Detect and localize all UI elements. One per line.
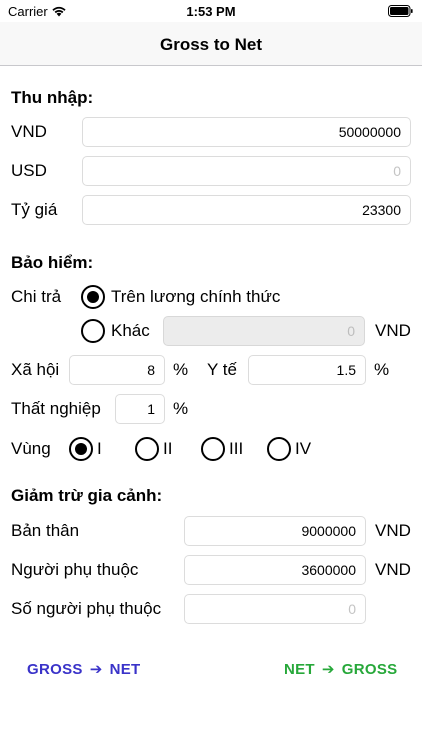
official-salary-label: Trên lương chính thức [111, 287, 281, 306]
clock: 1:53 PM [186, 4, 236, 19]
region-radio-2[interactable] [135, 437, 159, 461]
region-radio-1[interactable] [69, 437, 93, 461]
health-insurance-unit: % [374, 360, 390, 379]
other-salary-radio[interactable] [81, 319, 105, 343]
self-deduction-unit: VND [375, 521, 411, 540]
arrow-right-icon: ➔ [89, 661, 103, 678]
dependent-deduction-unit: VND [375, 560, 411, 579]
net-to-gross-button[interactable]: NET ➔ GROSS [284, 660, 397, 678]
gross-to-net-button[interactable]: GROSS ➔ NET [27, 660, 140, 678]
region-label-3: III [229, 439, 244, 458]
income-section-title: Thu nhập: [11, 88, 94, 107]
region-radio-4[interactable] [267, 437, 291, 461]
exchange-rate-label: Tỷ giá [11, 200, 58, 219]
social-insurance-unit: % [173, 360, 189, 379]
official-salary-radio[interactable] [81, 285, 105, 309]
net-to-gross-from: NET [284, 661, 315, 678]
unemployment-insurance-unit: % [173, 399, 189, 418]
region-label-2: II [163, 439, 173, 458]
dependent-deduction-label: Người phụ thuộc [11, 560, 139, 579]
health-insurance-label: Y tế [207, 360, 237, 379]
self-deduction-label: Bản thân [11, 521, 80, 540]
social-insurance-label: Xã hội [11, 360, 60, 379]
other-salary-unit: VND [375, 321, 411, 340]
gross-to-net-to: NET [109, 661, 141, 678]
usd-income-field[interactable]: 0 [82, 156, 411, 186]
dependent-deduction-field[interactable]: 3600000 [184, 555, 366, 585]
other-salary-field[interactable]: 0 [163, 316, 365, 346]
region-label-1: I [97, 439, 102, 458]
status-bar: Carrier 1:53 PM [0, 0, 422, 22]
vnd-income-field[interactable]: 50000000 [82, 117, 411, 147]
unemployment-insurance-field[interactable]: 1 [115, 394, 165, 424]
deduction-section-title: Giảm trừ gia cảnh: [11, 486, 163, 505]
region-label: Vùng [11, 439, 51, 458]
arrow-right-icon: ➔ [321, 661, 335, 678]
navigation-bar: Gross to Net [0, 22, 422, 66]
region-radio-3[interactable] [201, 437, 225, 461]
exchange-rate-field[interactable]: 23300 [82, 195, 411, 225]
vnd-label: VND [11, 122, 47, 141]
social-insurance-field[interactable]: 8 [69, 355, 165, 385]
self-deduction-field[interactable]: 9000000 [184, 516, 366, 546]
region-label-4: IV [295, 439, 312, 458]
page-title: Gross to Net [159, 35, 263, 54]
dependent-count-label: Số người phụ thuộc [11, 599, 162, 618]
gross-to-net-from: GROSS [27, 661, 83, 678]
other-salary-label: Khác [111, 321, 150, 340]
health-insurance-field[interactable]: 1.5 [248, 355, 366, 385]
unemployment-insurance-label: Thất nghiệp [11, 399, 101, 418]
dependent-count-field[interactable]: 0 [184, 594, 366, 624]
pay-basis-label: Chi trả [11, 287, 62, 306]
insurance-section-title: Bảo hiểm: [11, 253, 94, 272]
usd-label: USD [11, 161, 47, 180]
battery-icon [388, 5, 413, 17]
net-to-gross-to: GROSS [341, 661, 398, 678]
